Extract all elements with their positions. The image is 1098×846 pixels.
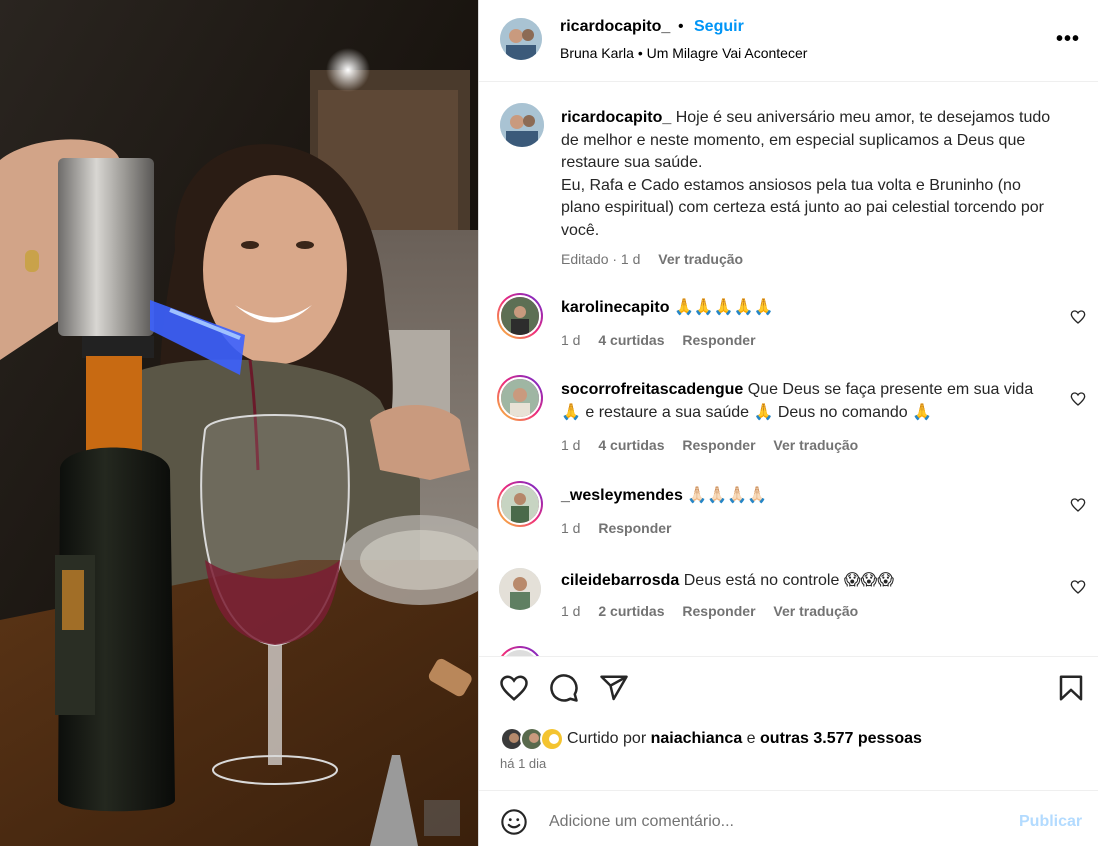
reply-button[interactable]: Responder (682, 603, 755, 619)
comment-avatar[interactable] (497, 375, 543, 421)
emoji-icon[interactable] (500, 808, 528, 836)
comment-text: 🙏🏻🙏🏻🙏🏻🙏🏻 (687, 487, 767, 504)
likes-conjunction: e (746, 730, 756, 747)
add-comment-bar: Publicar (479, 790, 1098, 846)
likes-summary: Curtido por naiachianca e outras 3.577 p… (567, 730, 922, 748)
reply-button[interactable]: Responder (682, 437, 755, 453)
likes-prefix: Curtido por (567, 730, 647, 747)
comment-username[interactable]: _wesleymendes (561, 487, 683, 504)
comment-time: 1 d (561, 332, 581, 348)
heart-icon[interactable] (499, 673, 529, 703)
liker-avatar (540, 727, 564, 751)
comment-avatar-partial[interactable] (497, 646, 543, 656)
heart-icon[interactable] (1070, 497, 1086, 513)
comment-avatar[interactable] (499, 568, 541, 610)
heart-icon[interactable] (1070, 579, 1086, 595)
publish-button[interactable]: Publicar (1019, 813, 1082, 831)
post-actions: Curtido por naiachianca e outras 3.577 p… (479, 656, 1098, 790)
photo-illustration (0, 0, 478, 846)
liker-username[interactable]: naiachianca (651, 730, 743, 747)
share-icon[interactable] (599, 673, 629, 703)
comment-body: _wesleymendes 🙏🏻🙏🏻🙏🏻🙏🏻 (561, 484, 1036, 507)
comment-avatar[interactable] (497, 481, 543, 527)
comment-meta: 1 d 2 curtidas Responder Ver tradução (561, 603, 872, 619)
comment-translate-button[interactable]: Ver tradução (773, 603, 858, 619)
caption-line-2: Eu, Rafa e Cado estamos ansiosos pela tu… (561, 176, 1044, 239)
comment-text: 🙏🙏🙏🙏🙏 (673, 299, 774, 316)
comment-text: Deus está no controle 😱😱😱 (683, 572, 894, 589)
comment-meta: 1 d Responder (561, 520, 685, 536)
caption-meta: Editado · 1 d Ver tradução (561, 251, 757, 267)
comment-icon[interactable] (549, 673, 579, 703)
post-side-panel: ricardocapito_ • Seguir Bruna Karla • Um… (478, 0, 1098, 846)
author-avatar[interactable] (500, 18, 542, 60)
comment-likes-count[interactable]: 4 curtidas (598, 437, 664, 453)
audio-track-link[interactable]: Bruna Karla • Um Milagre Vai Acontecer (560, 45, 807, 61)
post-timestamp[interactable]: há 1 dia (500, 756, 546, 771)
comment-meta: 1 d 4 curtidas Responder (561, 332, 770, 348)
post-header: ricardocapito_ • Seguir Bruna Karla • Um… (479, 0, 1098, 82)
caption-avatar[interactable] (500, 103, 544, 147)
comment-time: 1 d (561, 520, 581, 536)
more-horizontal-icon: ••• (1055, 28, 1080, 50)
comment-body: socorrofreitascadengue Que Deus se faça … (561, 378, 1036, 424)
comment-body: cileidebarrosda Deus está no controle 😱😱… (561, 569, 1036, 592)
separator-dot: • (678, 18, 684, 35)
comment-translate-button[interactable]: Ver tradução (773, 437, 858, 453)
reply-button[interactable]: Responder (682, 332, 755, 348)
likes-others-link[interactable]: outras 3.577 pessoas (760, 730, 922, 747)
comment-body: karolinecapito 🙏🙏🙏🙏🙏 (561, 296, 1036, 319)
reply-button[interactable]: Responder (598, 520, 671, 536)
follow-button[interactable]: Seguir (694, 18, 744, 36)
comment-username[interactable]: socorrofreitascadengue (561, 381, 743, 398)
post-photo[interactable] (0, 0, 478, 846)
caption-edited-time: Editado · 1 d (561, 251, 641, 267)
comment-likes-count[interactable]: 2 curtidas (598, 603, 664, 619)
comment-avatar[interactable] (497, 293, 543, 339)
bookmark-icon[interactable] (1056, 673, 1086, 703)
caption-translate-button[interactable]: Ver tradução (658, 251, 743, 267)
heart-icon[interactable] (1070, 309, 1086, 325)
comment-input[interactable] (549, 805, 999, 839)
comment-username[interactable]: cileidebarrosda (561, 572, 679, 589)
heart-icon[interactable] (1070, 391, 1086, 407)
caption-username[interactable]: ricardocapito_ (561, 109, 671, 126)
more-options-button[interactable]: ••• (1053, 24, 1083, 54)
author-username[interactable]: ricardocapito_ (560, 18, 670, 36)
comment-likes-count[interactable]: 4 curtidas (598, 332, 664, 348)
comment-time: 1 d (561, 603, 581, 619)
comments-list[interactable]: ricardocapito_ Hoje é seu aniversário me… (479, 83, 1098, 656)
comment-time: 1 d (561, 437, 581, 453)
comment-meta: 1 d 4 curtidas Responder Ver tradução (561, 437, 872, 453)
caption-text: ricardocapito_ Hoje é seu aniversário me… (561, 107, 1056, 242)
comment-username[interactable]: karolinecapito (561, 299, 669, 316)
